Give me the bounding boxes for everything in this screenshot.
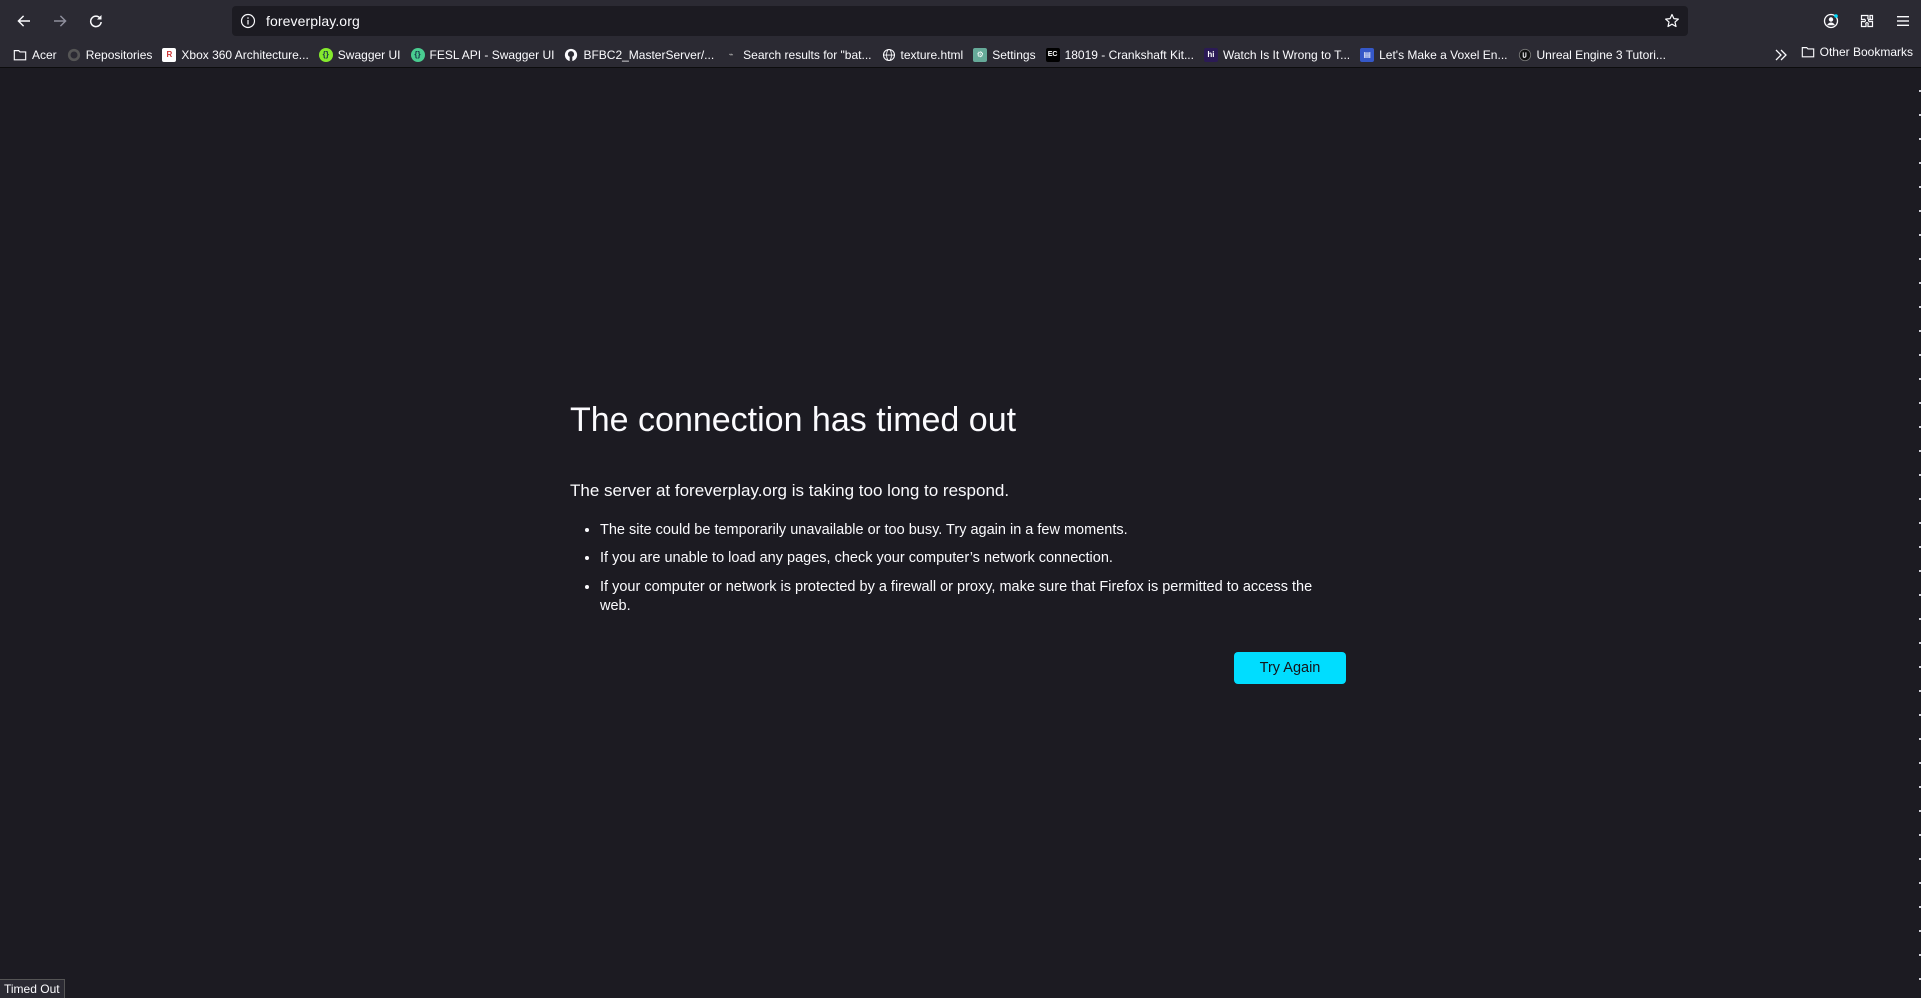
account-icon <box>1823 13 1839 29</box>
site-favicon: ▤ <box>1360 47 1375 62</box>
bookmark-label: Unreal Engine 3 Tutori... <box>1536 47 1666 62</box>
bookmark-item[interactable]: ▤ Let's Make a Voxel En... <box>1357 46 1512 64</box>
bookmark-label: Search results for "bat... <box>743 47 872 62</box>
status-panel: Timed Out <box>0 979 65 998</box>
swagger-icon: {} <box>410 47 425 62</box>
navigation-toolbar: foreverplay.org <box>0 0 1921 42</box>
bookmark-item[interactable]: BFBC2_MasterServer/... <box>561 46 719 64</box>
back-button[interactable] <box>9 6 39 36</box>
folder-icon <box>13 49 27 60</box>
settings-favicon: ⚙ <box>973 47 988 62</box>
site-favicon: R <box>162 47 177 62</box>
error-page: The connection has timed out The server … <box>570 400 1346 684</box>
bookmark-item[interactable]: {} FESL API - Swagger UI <box>408 46 560 64</box>
unreal-icon <box>1518 48 1531 61</box>
bookmarks-toolbar: Acer Repositories R Xbox 360 Architectur… <box>0 42 1921 68</box>
bookmark-label: Let's Make a Voxel En... <box>1379 47 1508 62</box>
puzzle-icon <box>1860 14 1874 28</box>
menu-button[interactable] <box>1885 6 1921 36</box>
bookmark-item[interactable]: hi Watch Is It Wrong to T... <box>1201 46 1355 64</box>
address-bar[interactable]: foreverplay.org <box>232 6 1688 36</box>
bookmark-item[interactable]: R Xbox 360 Architecture... <box>159 46 313 64</box>
back-arrow-icon <box>17 15 30 27</box>
github-icon <box>565 48 578 61</box>
bookmark-item[interactable]: Repositories <box>64 46 158 64</box>
list-item: The site could be temporarily unavailabl… <box>600 521 1346 541</box>
reload-button[interactable] <box>81 6 111 36</box>
bookmark-item[interactable]: Unreal Engine 3 Tutori... <box>1515 46 1671 64</box>
bookmark-label: BFBC2_MasterServer/... <box>583 47 715 62</box>
folder-icon <box>1801 47 1814 58</box>
hamburger-menu-icon <box>1897 16 1909 26</box>
bookmark-label: FESL API - Swagger UI <box>429 47 555 62</box>
extensions-button[interactable] <box>1849 6 1885 36</box>
bookmark-label: Repositories <box>85 47 153 62</box>
swagger-icon: {} <box>318 47 333 62</box>
bookmark-item[interactable]: ⌁ Search results for "bat... <box>721 46 876 64</box>
list-item: If your computer or network is protected… <box>600 578 1346 617</box>
bookmark-item[interactable]: Acer <box>10 46 62 64</box>
url-text[interactable]: foreverplay.org <box>266 13 360 29</box>
github-icon <box>67 48 80 61</box>
bookmark-label: Xbox 360 Architecture... <box>181 47 309 62</box>
account-button[interactable] <box>1813 6 1849 36</box>
globe-icon <box>882 48 895 61</box>
forward-button[interactable] <box>45 6 75 36</box>
bookmark-star-icon[interactable] <box>1664 13 1680 29</box>
ec-favicon: EC <box>1045 47 1060 62</box>
chevron-double-right-icon[interactable] <box>1773 47 1789 63</box>
bookmark-label: 18019 - Crankshaft Kit... <box>1064 47 1194 62</box>
list-item: If you are unable to load any pages, che… <box>600 549 1346 569</box>
bookmark-label: Settings <box>992 47 1036 62</box>
bookmark-item[interactable]: ⚙ Settings <box>970 46 1040 64</box>
site-info-icon[interactable] <box>240 13 256 29</box>
bookmark-label: texture.html <box>900 47 964 62</box>
hi-favicon: hi <box>1203 47 1218 62</box>
bookmark-item[interactable]: EC 18019 - Crankshaft Kit... <box>1043 46 1199 64</box>
error-suggestions: The site could be temporarily unavailabl… <box>570 521 1346 617</box>
bookmark-label: Acer <box>32 47 57 62</box>
page-title: The connection has timed out <box>570 401 1017 439</box>
forward-arrow-icon <box>54 15 67 27</box>
error-description: The server at foreverplay.org is taking … <box>570 480 1010 500</box>
search-favicon: ⌁ <box>728 50 734 59</box>
bookmark-item[interactable]: {} Swagger UI <box>316 46 406 64</box>
reload-icon <box>89 15 102 28</box>
bookmark-label: Swagger UI <box>337 47 401 62</box>
toolbar-right <box>1813 6 1921 36</box>
other-bookmarks-label: Other Bookmarks <box>1819 45 1913 59</box>
bookmark-item[interactable]: texture.html <box>879 46 969 64</box>
bookmark-label: Watch Is It Wrong to T... <box>1222 47 1351 62</box>
try-again-button[interactable]: Try Again <box>1234 652 1346 684</box>
other-bookmarks[interactable]: Other Bookmarks <box>1801 45 1913 59</box>
